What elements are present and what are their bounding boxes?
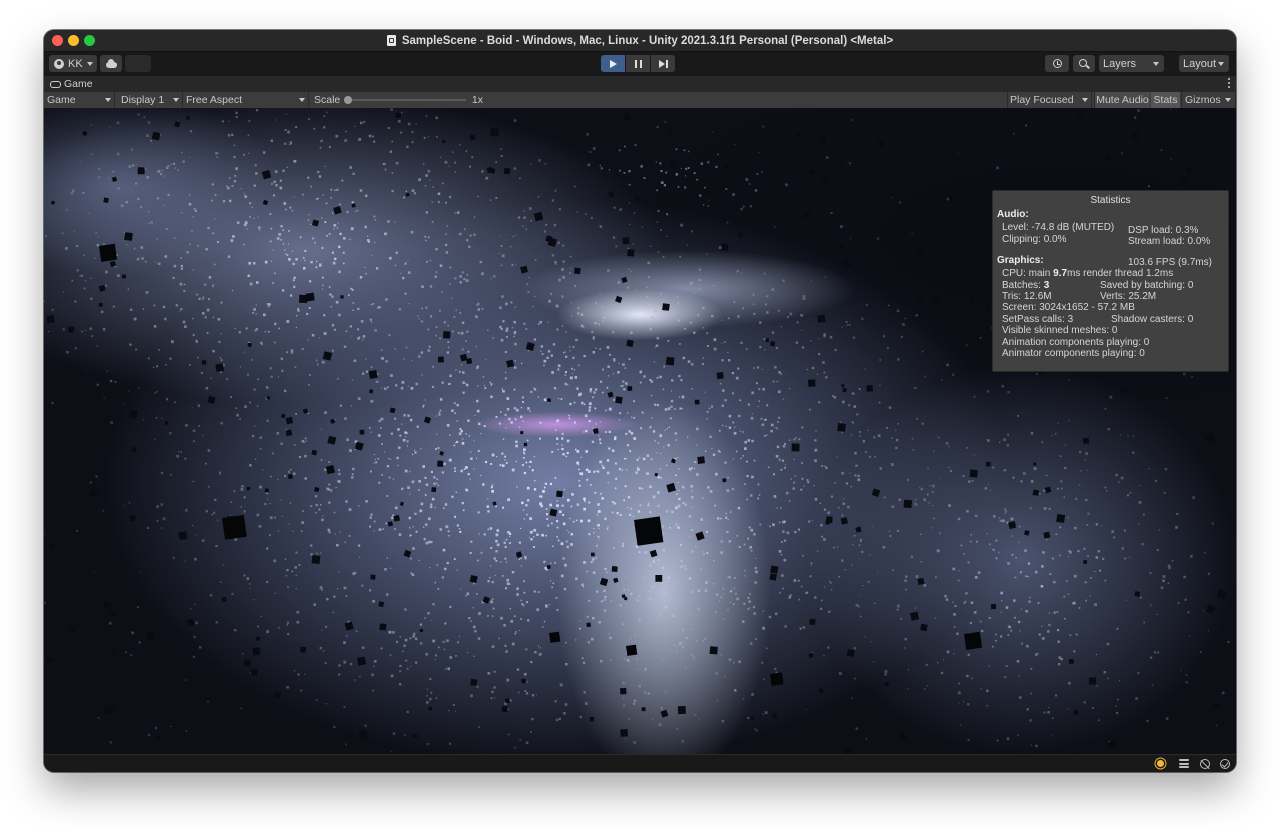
stats-toggle[interactable]: Stats (1151, 92, 1180, 108)
batches: Batches: 3 (1002, 280, 1049, 291)
cloud-icon (105, 58, 117, 68)
window-title-area: SampleScene - Boid - Windows, Mac, Linux… (44, 30, 1236, 51)
progress-complete-icon[interactable] (1220, 759, 1230, 769)
cpu-timing: CPU: main 9.7ms render thread 1.2ms (1002, 268, 1173, 279)
verts-count: Verts: 25.2M (1100, 291, 1157, 302)
step-button[interactable] (651, 55, 675, 72)
chevron-down-icon (1153, 61, 1159, 66)
shadow-casters: Shadow casters: 0 (1111, 314, 1194, 325)
cpu-main-value: 9.7 (1053, 268, 1068, 279)
fps-value: 103.6 FPS (9.7ms) (1128, 257, 1212, 268)
history-icon (1052, 59, 1062, 68)
animator-components: Animator components playing: 0 (1002, 348, 1145, 359)
saved-by-batching: Saved by batching: 0 (1100, 280, 1194, 291)
game-viewport[interactable]: Statistics Audio: Level: -74.8 dB (MUTED… (44, 108, 1236, 754)
scale-label: Scale (314, 94, 341, 106)
play-mode-value: Play Focused (1010, 94, 1074, 106)
display-value: Display 1 (121, 94, 165, 106)
chevron-down-icon (1218, 61, 1224, 66)
setpass-calls: SetPass calls: 3 (1002, 314, 1074, 325)
audio-heading: Audio: (997, 209, 1029, 220)
layers-dropdown[interactable]: Layers (1099, 55, 1164, 72)
aspect-value: Free Aspect (186, 94, 243, 106)
chevron-down-icon (105, 98, 111, 102)
stream-load: Stream load: 0.0% (1128, 236, 1211, 247)
debug-mode-icon[interactable] (1200, 759, 1210, 769)
title-bar: SampleScene - Boid - Windows, Mac, Linux… (44, 30, 1236, 52)
collab-button[interactable] (125, 55, 151, 72)
lighting-icon[interactable] (1157, 760, 1164, 767)
stats-label: Stats (1153, 94, 1178, 106)
scale-control: Scale 1x (311, 92, 483, 108)
view-type-value: Game (47, 94, 76, 106)
search-icon (1079, 58, 1087, 67)
gizmos-dropdown[interactable]: Gizmos (1181, 92, 1236, 108)
chevron-down-icon (86, 61, 93, 66)
game-view-toolbar: Game Display 1 Free Aspect Scale 1x Play… (44, 92, 1236, 109)
unity-document-icon (386, 35, 396, 46)
cloud-button[interactable] (100, 55, 122, 72)
graphics-heading: Graphics: (997, 255, 1044, 266)
chevron-down-icon (1225, 98, 1231, 102)
tris-count: Tris: 12.6M (1002, 291, 1052, 302)
screen-info: Screen: 3024x1652 - 57.2 MB (1002, 302, 1135, 313)
mute-audio-label: Mute Audio (1096, 94, 1149, 106)
layers-label: Layers (1103, 57, 1137, 70)
cpu-suffix: ms render thread 1.2ms (1067, 268, 1174, 279)
audio-clipping: Clipping: 0.0% (1002, 234, 1067, 245)
tab-game-label: Game (64, 78, 93, 90)
batches-value: 3 (1043, 280, 1050, 291)
window-title: SampleScene - Boid - Windows, Mac, Linux… (401, 34, 894, 47)
aspect-select[interactable]: Free Aspect (183, 92, 309, 108)
undo-history-button[interactable] (1045, 55, 1069, 72)
animation-components: Animation components playing: 0 (1002, 337, 1150, 348)
account-dropdown[interactable]: KK (49, 55, 97, 72)
gizmos-label: Gizmos (1185, 94, 1221, 106)
play-controls (601, 55, 675, 72)
mute-audio-toggle[interactable]: Mute Audio (1094, 92, 1150, 108)
tab-bar: Game (44, 76, 1236, 93)
play-mode-select[interactable]: Play Focused (1007, 92, 1092, 108)
layout-label: Layout (1183, 57, 1217, 70)
pause-icon (634, 59, 642, 68)
gamepad-icon (50, 80, 61, 88)
chevron-down-icon (1082, 98, 1088, 102)
unity-editor-window: SampleScene - Boid - Windows, Mac, Linux… (44, 30, 1236, 772)
cpu-prefix: CPU: main (1002, 268, 1054, 279)
status-bar (44, 754, 1236, 772)
statistics-panel: Statistics Audio: Level: -74.8 dB (MUTED… (992, 190, 1229, 372)
dsp-load: DSP load: 0.3% (1128, 225, 1199, 236)
cache-server-icon[interactable] (1179, 759, 1189, 769)
scale-value: 1x (471, 94, 483, 106)
scale-slider[interactable] (344, 96, 466, 104)
play-button[interactable] (601, 55, 625, 72)
play-icon (609, 59, 617, 68)
layout-dropdown[interactable]: Layout (1179, 55, 1229, 72)
statistics-title: Statistics (1090, 195, 1131, 206)
display-select[interactable]: Display 1 (118, 92, 183, 108)
main-toolbar: KK Layers Layout (44, 52, 1236, 76)
account-label: KK (68, 57, 83, 70)
tab-game[interactable]: Game (50, 77, 93, 91)
search-button[interactable] (1073, 55, 1095, 72)
batches-prefix: Batches: (1002, 280, 1044, 291)
tab-menu-icon[interactable] (1228, 78, 1230, 88)
audio-level: Level: -74.8 dB (MUTED) (1002, 222, 1115, 233)
pause-button[interactable] (626, 55, 650, 72)
account-icon (54, 58, 64, 69)
step-icon (658, 59, 668, 68)
chevron-down-icon (299, 98, 305, 102)
chevron-down-icon (173, 98, 179, 102)
scale-slider-knob[interactable] (344, 96, 353, 104)
view-type-select[interactable]: Game (44, 92, 115, 108)
visible-skinned-meshes: Visible skinned meshes: 0 (1002, 325, 1118, 336)
